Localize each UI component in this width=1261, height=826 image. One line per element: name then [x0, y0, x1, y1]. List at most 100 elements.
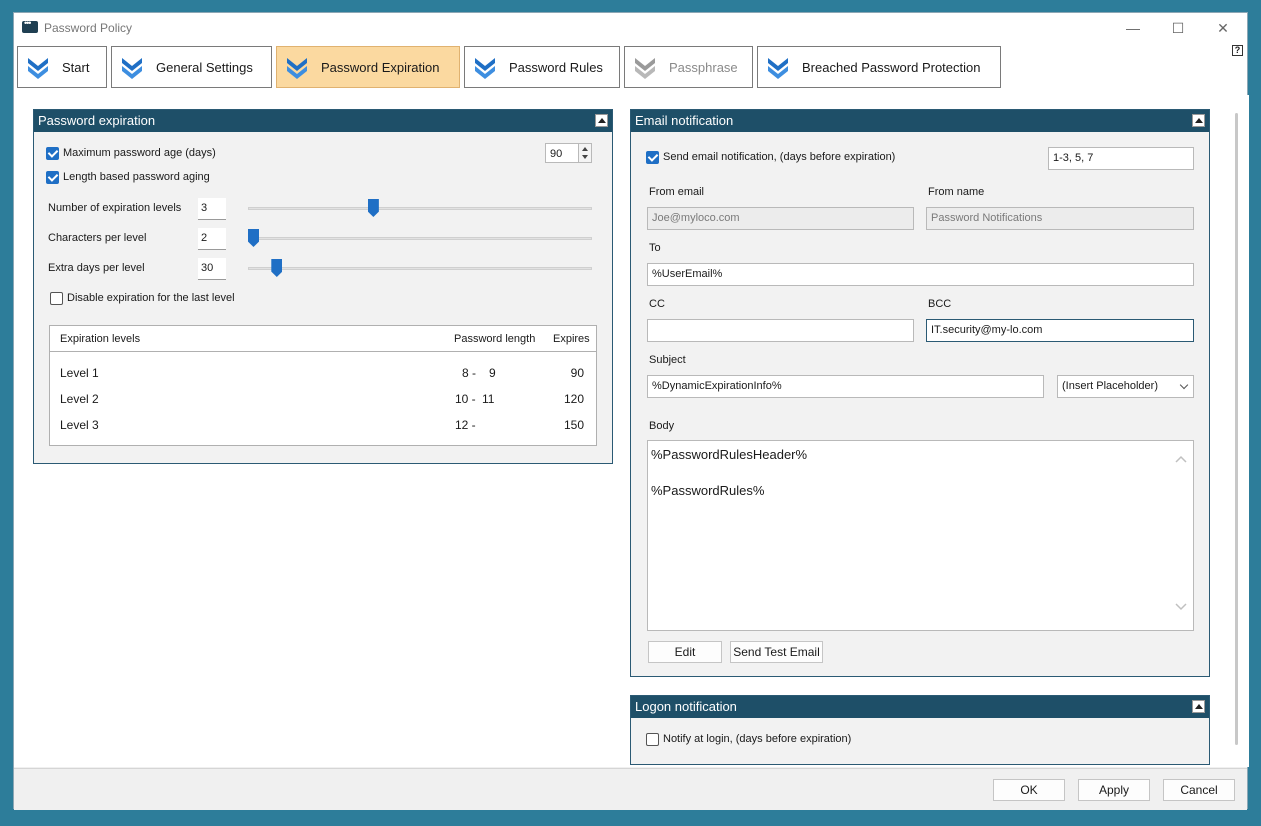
from-name-input[interactable]: Password Notifications	[926, 207, 1194, 230]
subject-input[interactable]: %DynamicExpirationInfo%	[647, 375, 1044, 398]
password-expiration-panel: Password expiration Maximum password age…	[33, 109, 613, 464]
expires-cell: 90	[570, 366, 584, 380]
chars-slider-track[interactable]	[248, 237, 592, 240]
password-policy-window: Password Policy — ☐ ✕ Start General Sett…	[13, 12, 1249, 810]
collapse-icon[interactable]	[1192, 700, 1205, 713]
table-row[interactable]: Level 1 8 - 9 90	[50, 366, 596, 384]
length-from-cell: 12 -	[455, 418, 476, 432]
expiration-levels-table: Expiration levels Password length Expire…	[49, 325, 597, 446]
collapse-icon[interactable]	[1192, 114, 1205, 127]
scroll-up-icon[interactable]	[1175, 455, 1187, 463]
notify-login-label: Notify at login, (days before expiration…	[663, 733, 852, 745]
cancel-button[interactable]: Cancel	[1163, 779, 1235, 801]
tab-breached-password-protection[interactable]: Breached Password Protection	[757, 46, 1001, 88]
notify-login-checkbox[interactable]	[646, 733, 659, 746]
panel-title: Email notification	[635, 113, 734, 128]
max-age-label: Maximum password age (days)	[63, 147, 216, 159]
wizard-tab-bar: Start General Settings Password Expirati…	[14, 43, 1247, 95]
chars-label: Characters per level	[48, 232, 147, 244]
extra-days-slider-thumb[interactable]	[271, 259, 283, 277]
chars-value[interactable]: 2	[198, 228, 226, 250]
tab-label: Breached Password Protection	[802, 59, 981, 75]
extra-days-label: Extra days per level	[48, 262, 145, 274]
to-input[interactable]: %UserEmail%	[647, 263, 1194, 286]
length-aging-label: Length based password aging	[63, 171, 210, 183]
table-header: Expiration levels Password length Expire…	[50, 326, 596, 352]
length-aging-checkbox[interactable]	[46, 171, 59, 184]
double-chevron-icon	[28, 58, 48, 79]
panel-header: Password expiration	[34, 110, 612, 132]
app-icon	[22, 18, 38, 33]
minimize-button[interactable]: —	[1118, 17, 1148, 39]
help-button[interactable]: ?	[1232, 45, 1243, 56]
tab-label: Password Rules	[509, 59, 603, 75]
send-email-label: Send email notification, (days before ex…	[663, 151, 896, 163]
levels-value[interactable]: 3	[198, 198, 226, 220]
collapse-icon[interactable]	[595, 114, 608, 127]
scroll-down-icon[interactable]	[1175, 603, 1187, 611]
extra-days-value[interactable]: 30	[198, 258, 226, 280]
tab-label: Start	[62, 59, 90, 75]
length-from-cell: 8 -	[462, 366, 477, 380]
table-row[interactable]: Level 3 12 - 150	[50, 418, 596, 436]
table-row[interactable]: Level 2 10 - 11 120	[50, 392, 596, 410]
levels-slider-track[interactable]	[248, 207, 592, 210]
chars-slider-thumb[interactable]	[248, 229, 259, 247]
max-age-spinner[interactable]	[578, 143, 592, 163]
body-line: %PasswordRulesHeader%	[651, 447, 808, 462]
tab-password-expiration[interactable]: Password Expiration	[276, 46, 460, 88]
level-cell: Level 3	[60, 418, 99, 432]
logon-notification-panel: Logon notification Notify at login, (day…	[630, 695, 1210, 765]
tab-password-rules[interactable]: Password Rules	[464, 46, 620, 88]
double-chevron-icon	[768, 58, 788, 79]
from-email-input[interactable]: Joe@myloco.com	[647, 207, 914, 230]
select-value: (Insert Placeholder)	[1062, 380, 1158, 392]
bcc-input[interactable]: IT.security@my-lo.com	[926, 319, 1194, 342]
panel-header: Email notification	[631, 110, 1209, 132]
close-button[interactable]: ✕	[1208, 17, 1238, 39]
double-chevron-icon	[635, 58, 655, 79]
cc-input[interactable]	[647, 319, 914, 342]
dialog-footer: OK Apply Cancel	[14, 768, 1247, 810]
body-editor[interactable]: %PasswordRulesHeader% %PasswordRules%	[647, 440, 1194, 631]
double-chevron-icon	[475, 58, 495, 79]
level-cell: Level 1	[60, 366, 99, 380]
tab-passphrase[interactable]: Passphrase	[624, 46, 753, 88]
length-to-cell: 9	[489, 366, 496, 380]
disable-last-checkbox[interactable]	[50, 292, 63, 305]
send-test-email-button[interactable]: Send Test Email	[730, 641, 823, 663]
ok-button[interactable]: OK	[993, 779, 1065, 801]
level-cell: Level 2	[60, 392, 99, 406]
double-chevron-icon	[122, 58, 142, 79]
maximize-button[interactable]: ☐	[1163, 17, 1193, 39]
send-email-checkbox[interactable]	[646, 151, 659, 164]
max-age-input[interactable]: 90	[545, 143, 579, 163]
edit-button[interactable]: Edit	[648, 641, 722, 663]
cc-label: CC	[649, 298, 665, 310]
tab-general-settings[interactable]: General Settings	[111, 46, 272, 88]
bcc-label: BCC	[928, 298, 952, 310]
panel-title: Password expiration	[38, 113, 156, 128]
apply-button[interactable]: Apply	[1078, 779, 1150, 801]
max-age-checkbox[interactable]	[46, 147, 59, 160]
vertical-scrollbar[interactable]	[1235, 113, 1238, 745]
column-header-length: Password length	[454, 333, 536, 345]
expires-cell: 150	[563, 418, 584, 432]
column-header-expires: Expires	[553, 333, 590, 345]
from-email-label: From email	[649, 186, 705, 198]
insert-placeholder-select[interactable]: (Insert Placeholder)	[1057, 375, 1194, 398]
email-notification-panel: Email notification Send email notificati…	[630, 109, 1210, 677]
window-title: Password Policy	[44, 21, 133, 35]
panel-title: Logon notification	[635, 699, 737, 714]
tab-start[interactable]: Start	[17, 46, 107, 88]
disable-last-label: Disable expiration for the last level	[67, 292, 235, 304]
tab-label: General Settings	[156, 59, 253, 75]
double-chevron-icon	[287, 58, 307, 79]
levels-slider-thumb[interactable]	[367, 199, 379, 217]
title-bar: Password Policy — ☐ ✕	[14, 13, 1247, 43]
length-from-cell: 10 -	[455, 392, 476, 406]
levels-label: Number of expiration levels	[48, 202, 182, 214]
days-before-input[interactable]: 1-3, 5, 7	[1048, 147, 1194, 170]
extra-days-slider-track[interactable]	[248, 267, 592, 270]
main-content: Password expiration Maximum password age…	[14, 95, 1249, 767]
